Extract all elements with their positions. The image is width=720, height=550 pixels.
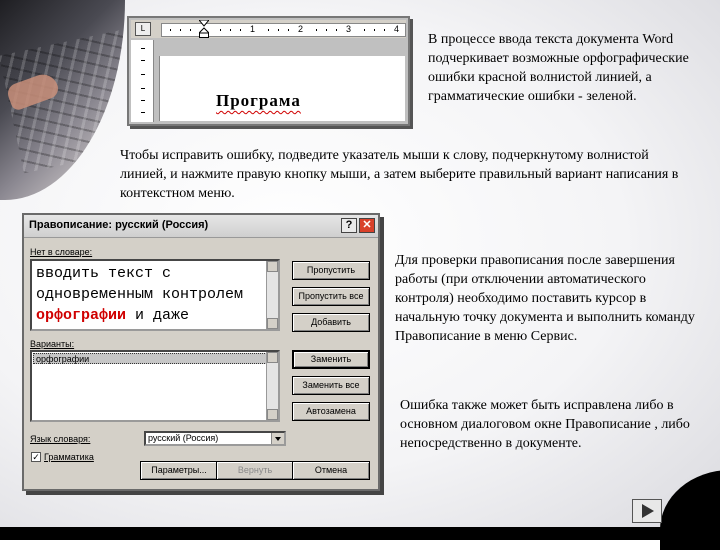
- spellcheck-paragraph: Для проверки правописания после завершен…: [395, 253, 695, 344]
- dictionary-language-value: русский (Россия): [148, 433, 219, 443]
- not-in-dictionary-label: Нет в словаре:: [30, 247, 93, 257]
- context-error-word: орфографии: [36, 307, 127, 324]
- grammar-checkbox[interactable]: ✓: [31, 452, 41, 462]
- close-button[interactable]: ✕: [359, 218, 375, 233]
- ruler-number: 1: [250, 24, 256, 34]
- change-button[interactable]: Заменить: [292, 350, 370, 369]
- vertical-ruler: [131, 40, 154, 122]
- intro-paragraph: В процессе ввода текста документа Word п…: [428, 32, 689, 104]
- textbox-scrollbar[interactable]: [266, 261, 278, 329]
- indent-marker-icon[interactable]: [199, 20, 209, 38]
- list-scrollbar[interactable]: [266, 352, 278, 420]
- correction-paragraph: Ошибка также может быть исправлена либо …: [400, 398, 690, 451]
- document-page[interactable]: Програма: [159, 56, 405, 121]
- chevron-down-icon[interactable]: [271, 433, 284, 444]
- dictionary-language-label: Язык словаря:: [30, 434, 91, 444]
- horizontal-ruler[interactable]: 1 2 3 4: [161, 23, 406, 37]
- dictionary-language-select[interactable]: русский (Россия): [144, 431, 286, 446]
- ruler-number: 2: [298, 24, 304, 34]
- suggestions-list[interactable]: орфографии: [30, 350, 280, 422]
- next-slide-button[interactable]: [632, 499, 662, 523]
- add-button[interactable]: Добавить: [292, 313, 370, 332]
- change-all-button[interactable]: Заменить все: [292, 376, 370, 395]
- skip-button[interactable]: Пропустить: [292, 261, 370, 280]
- misspelled-word[interactable]: Програма: [216, 91, 301, 111]
- help-button[interactable]: ?: [341, 218, 357, 233]
- play-icon: [642, 504, 654, 518]
- ruler-number: 4: [394, 24, 400, 34]
- cancel-button[interactable]: Отмена: [292, 461, 370, 480]
- tab-stop-icon[interactable]: L: [135, 22, 151, 36]
- autocorrect-button[interactable]: Автозамена: [292, 402, 370, 421]
- dialog-titlebar[interactable]: Правописание: русский (Россия) ? ✕: [24, 215, 378, 238]
- suggestion-item[interactable]: орфографии: [33, 353, 269, 364]
- undo-button[interactable]: Вернуть: [216, 461, 294, 480]
- ruler-number: 3: [346, 24, 352, 34]
- bottom-bar: [0, 527, 720, 540]
- fix-instructions-paragraph: Чтобы исправить ошибку, подведите указат…: [120, 148, 679, 201]
- skip-all-button[interactable]: Пропустить все: [292, 287, 370, 306]
- page-margin: [159, 40, 404, 54]
- dialog-title: Правописание: русский (Россия): [29, 219, 209, 231]
- spelling-dialog: Правописание: русский (Россия) ? ✕ Нет в…: [22, 213, 380, 491]
- not-in-dictionary-textbox[interactable]: вводить текст с одновременным контролем …: [30, 259, 280, 331]
- word-document-preview: L 1 2 3 4 Програма: [127, 16, 410, 126]
- context-text-before: вводить текст с одновременным контролем: [36, 265, 244, 303]
- suggestions-label: Варианты:: [30, 339, 75, 349]
- grammar-label: Грамматика: [44, 452, 94, 462]
- options-button[interactable]: Параметры...: [140, 461, 218, 480]
- ruler-bar: L 1 2 3 4: [131, 20, 406, 38]
